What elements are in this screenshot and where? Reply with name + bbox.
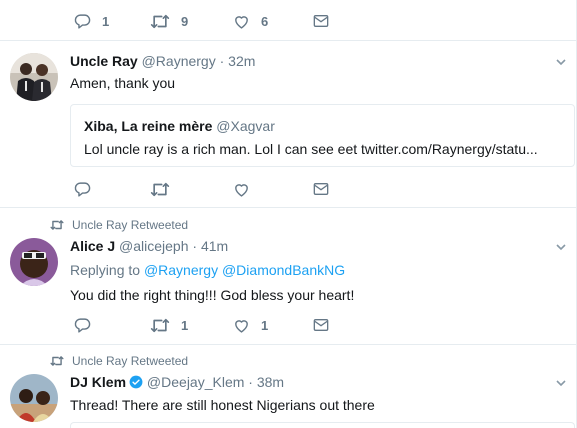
mention-link[interactable]: @Raynergy — [144, 262, 218, 278]
heart-icon — [235, 184, 248, 197]
user-handle[interactable]: @Deejay_Klem — [147, 374, 244, 390]
retweet-icon — [150, 318, 170, 333]
user-handle[interactable]: @Raynergy — [142, 53, 216, 69]
timestamp[interactable]: · 38m — [248, 374, 284, 390]
envelope-icon — [313, 183, 329, 195]
display-name[interactable]: Uncle Ray — [70, 53, 138, 69]
retweet-icon — [50, 356, 64, 366]
like-button[interactable]: 1 — [233, 317, 268, 334]
envelope-icon — [313, 15, 329, 27]
chevron-down-icon[interactable] — [555, 56, 567, 68]
retweet-count: 1 — [181, 318, 189, 333]
display-name[interactable]: DJ Klem — [70, 374, 126, 390]
reply-icon — [74, 318, 91, 333]
reply-button[interactable] — [74, 181, 91, 198]
mention-link[interactable]: @DiamondBankNG — [222, 262, 345, 278]
avatar-image — [10, 238, 58, 286]
tweet-divider — [0, 344, 577, 345]
quoted-tweet-text: Lol uncle ray is a rich man. Lol I can s… — [84, 141, 538, 157]
verified-badge-icon — [129, 375, 143, 389]
avatar-image — [10, 374, 58, 422]
retweet-context[interactable]: Uncle Ray Retweeted — [50, 354, 188, 368]
tweet-text: Amen, thank you — [70, 75, 176, 91]
like-count: 1 — [261, 318, 269, 333]
user-handle[interactable]: @alicejeph — [119, 238, 188, 254]
reply-button[interactable]: 1 — [74, 13, 109, 30]
quoted-tweet-header: Xiba, La reine mère @Xagvar — [84, 118, 275, 134]
reply-icon — [74, 182, 91, 197]
tweet-header: DJ Klem @Deejay_Klem · 38m — [70, 374, 284, 390]
envelope-icon — [313, 319, 329, 331]
retweet-button[interactable] — [150, 181, 170, 198]
heart-icon — [235, 320, 248, 333]
direct-message-button[interactable] — [313, 318, 329, 332]
quoted-display-name: Xiba, La reine mère — [84, 118, 213, 134]
retweet-icon — [150, 14, 170, 29]
heart-icon — [235, 16, 248, 29]
chevron-down-icon[interactable] — [555, 241, 567, 253]
tweet-header: Alice J @alicejeph · 41m — [70, 238, 228, 254]
quoted-tweet[interactable]: Xiba, La reine mère @Xagvar Lol uncle ra… — [70, 104, 575, 167]
retweet-context-label: Uncle Ray Retweeted — [72, 354, 189, 368]
tweet-text: You did the right thing!!! God bless you… — [70, 287, 355, 303]
avatar[interactable] — [10, 53, 58, 101]
retweet-context-label: Uncle Ray Retweeted — [72, 218, 189, 232]
avatar[interactable] — [10, 374, 58, 422]
direct-message-button[interactable] — [313, 182, 329, 196]
quoted-user-handle: @Xagvar — [216, 118, 275, 134]
media-card[interactable] — [70, 422, 575, 428]
timestamp[interactable]: · 41m — [192, 238, 228, 254]
retweet-icon — [150, 182, 170, 197]
retweet-icon — [50, 220, 64, 230]
retweet-button[interactable]: 9 — [150, 13, 188, 30]
replying-to: Replying to @Raynergy @DiamondBankNG — [70, 262, 345, 278]
reply-count: 1 — [102, 14, 110, 29]
timestamp[interactable]: · 32m — [220, 53, 256, 69]
tweet-text: Thread! There are still honest Nigerians… — [70, 397, 375, 413]
avatar[interactable] — [10, 238, 58, 286]
tweet-divider — [0, 40, 577, 41]
avatar-image — [10, 53, 58, 101]
like-button[interactable] — [233, 181, 250, 198]
replying-to-label: Replying to — [70, 262, 141, 278]
like-count: 6 — [261, 14, 269, 29]
tweet-header: Uncle Ray @Raynergy · 32m — [70, 53, 255, 69]
display-name[interactable]: Alice J — [70, 238, 115, 254]
tweet-divider — [0, 207, 577, 208]
reply-icon — [74, 14, 91, 29]
chevron-down-icon[interactable] — [555, 377, 567, 389]
retweet-count: 9 — [181, 14, 189, 29]
direct-message-button[interactable] — [313, 14, 329, 28]
retweet-context[interactable]: Uncle Ray Retweeted — [50, 218, 188, 232]
reply-button[interactable] — [74, 317, 91, 334]
like-button[interactable]: 6 — [233, 13, 268, 30]
retweet-button[interactable]: 1 — [150, 317, 188, 334]
